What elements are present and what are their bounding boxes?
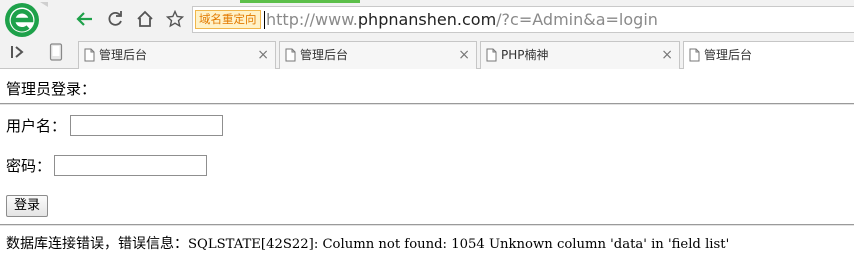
refresh-icon[interactable] bbox=[104, 8, 126, 30]
error-prefix: 数据库连接错误，错误信息： bbox=[6, 236, 188, 252]
home-icon[interactable] bbox=[134, 8, 156, 30]
password-input[interactable] bbox=[54, 155, 207, 176]
error-detail: SQLSTATE[42S22]: Column not found: 1054 … bbox=[188, 237, 730, 252]
username-label: 用户名： bbox=[6, 117, 67, 135]
back-arrow-icon[interactable] bbox=[74, 8, 96, 30]
document-icon bbox=[689, 48, 700, 62]
url-text[interactable]: http://www.phpnanshen.com/?c=Admin&a=log… bbox=[266, 10, 658, 30]
browser-chrome: 域名重定向 http://www.phpnanshen.com/?c=Admin… bbox=[0, 0, 854, 69]
username-input[interactable] bbox=[70, 115, 223, 136]
tab-strip: 管理后台 × 管理后台 × PHP楠神 × 管理后台 bbox=[0, 38, 854, 69]
tab-admin-active[interactable]: 管理后台 bbox=[683, 41, 854, 69]
tab-admin-2[interactable]: 管理后台 × bbox=[279, 41, 477, 69]
domain-redirect-badge[interactable]: 域名重定向 bbox=[195, 10, 261, 29]
mobile-device-icon[interactable] bbox=[49, 43, 63, 61]
tab-close-icon[interactable]: × bbox=[257, 42, 269, 68]
sidebar-toggle-icon[interactable] bbox=[9, 43, 27, 61]
login-button[interactable]: 登录 bbox=[6, 195, 48, 217]
divider-top bbox=[0, 103, 854, 105]
tab-admin-1[interactable]: 管理后台 × bbox=[78, 41, 276, 69]
url-path: /?c=Admin&a=login bbox=[496, 10, 658, 29]
document-icon bbox=[285, 48, 296, 62]
tab-close-icon[interactable]: × bbox=[661, 42, 673, 68]
active-indicator bbox=[240, 0, 360, 3]
url-host: phpnanshen.com bbox=[357, 10, 497, 29]
text-caret bbox=[264, 11, 265, 29]
tab-label: 管理后台 bbox=[99, 48, 148, 62]
password-label: 密码： bbox=[6, 157, 52, 175]
page-title: 管理员登录： bbox=[6, 80, 97, 98]
page-content: 管理员登录： 用户名： 密码： 登录 数据库连接错误，错误信息：SQLSTATE… bbox=[0, 69, 854, 262]
document-icon bbox=[486, 48, 497, 62]
tab-label: 管理后台 bbox=[300, 48, 349, 62]
tab-close-icon[interactable]: × bbox=[458, 42, 470, 68]
address-bar[interactable]: 域名重定向 http://www.phpnanshen.com/?c=Admin… bbox=[192, 6, 854, 33]
tab-label: PHP楠神 bbox=[501, 48, 549, 62]
document-icon bbox=[84, 48, 95, 62]
browser-logo-icon[interactable] bbox=[4, 2, 48, 38]
divider-bottom bbox=[0, 224, 854, 226]
bookmark-star-icon[interactable] bbox=[164, 8, 186, 30]
tab-label: 管理后台 bbox=[704, 48, 753, 62]
url-scheme: http://www. bbox=[266, 10, 358, 29]
tab-php-nanshen[interactable]: PHP楠神 × bbox=[480, 41, 680, 69]
error-message: 数据库连接错误，错误信息：SQLSTATE[42S22]: Column not… bbox=[6, 234, 729, 255]
